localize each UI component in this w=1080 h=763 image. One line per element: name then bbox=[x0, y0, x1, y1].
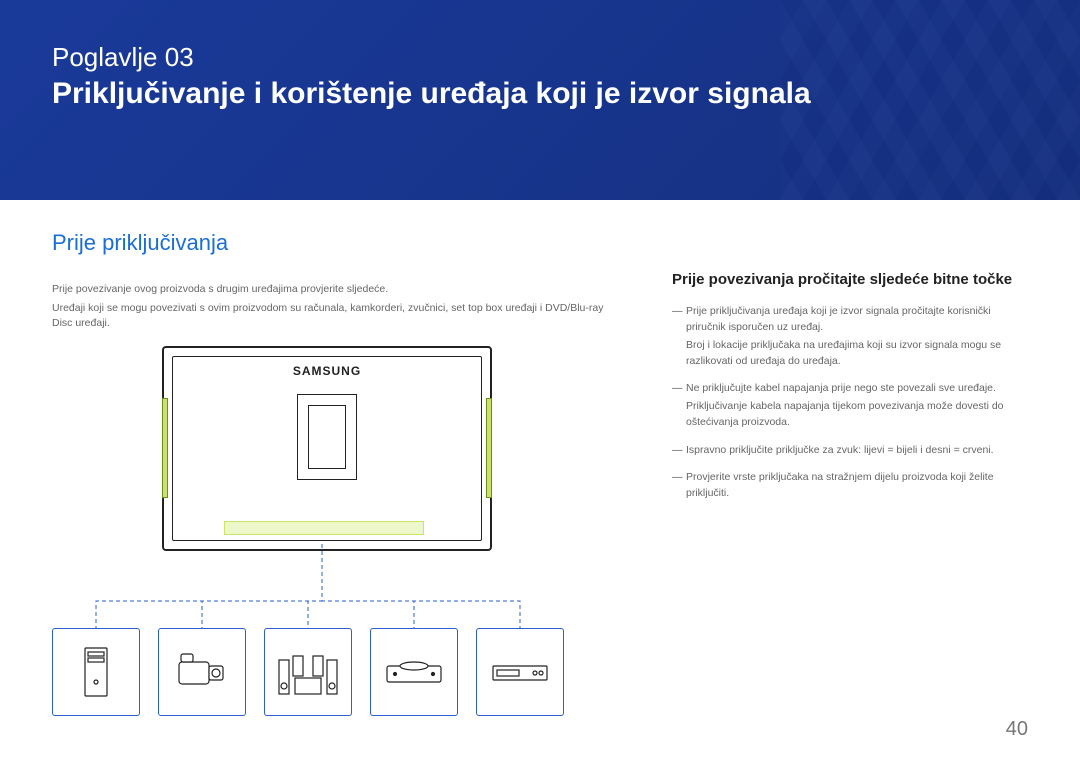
note-main: Ispravno priključite priključke za zvuk:… bbox=[686, 444, 994, 456]
device-camcorder bbox=[158, 628, 246, 716]
section-heading: Prije priključivanja bbox=[52, 230, 612, 256]
page-number: 40 bbox=[1006, 718, 1028, 741]
note-item: Ne priključujte kabel napajanja prije ne… bbox=[672, 381, 1028, 430]
note-sub: Priključivanje kabela napajanja tijekom … bbox=[686, 399, 1028, 431]
vesa-panel bbox=[297, 394, 357, 480]
device-row bbox=[52, 628, 564, 716]
brand-logo: SAMSUNG bbox=[293, 364, 361, 378]
chapter-header: Poglavlje 03 Priključivanje i korištenje… bbox=[0, 0, 1080, 200]
connection-diagram: SAMSUNG bbox=[52, 346, 612, 716]
intro-text-1: Prije povezivanje ovog proizvoda s drugi… bbox=[52, 282, 612, 297]
device-dvd-player bbox=[370, 628, 458, 716]
monitor-rear-view: SAMSUNG bbox=[162, 346, 492, 551]
right-column: Prije povezivanja pročitajte sljedeće bi… bbox=[672, 230, 1028, 716]
device-set-top-box bbox=[476, 628, 564, 716]
left-column: Prije priključivanja Prije povezivanje o… bbox=[52, 230, 612, 716]
note-main: Ne priključujte kabel napajanja prije ne… bbox=[686, 382, 996, 394]
content-area: Prije priključivanja Prije povezivanje o… bbox=[0, 200, 1080, 716]
note-main: Provjerite vrste priključaka na stražnje… bbox=[686, 471, 994, 499]
chapter-label: Poglavlje 03 bbox=[52, 42, 1028, 73]
notes-heading: Prije povezivanja pročitajte sljedeće bi… bbox=[672, 270, 1028, 290]
chapter-title: Priključivanje i korištenje uređaja koji… bbox=[52, 77, 1028, 111]
note-item: Prije priključivanja uređaja koji je izv… bbox=[672, 304, 1028, 369]
notes-list: Prije priključivanja uređaja koji je izv… bbox=[672, 304, 1028, 502]
note-item: Ispravno priključite priključke za zvuk:… bbox=[672, 443, 1028, 459]
left-bracket bbox=[162, 398, 168, 498]
note-sub: Broj i lokacije priključaka na uređajima… bbox=[686, 338, 1028, 370]
note-item: Provjerite vrste priključaka na stražnje… bbox=[672, 470, 1028, 502]
right-bracket bbox=[486, 398, 492, 498]
device-speaker-system bbox=[264, 628, 352, 716]
port-strip bbox=[224, 521, 424, 535]
device-pc-tower bbox=[52, 628, 140, 716]
intro-text-2: Uređaji koji se mogu povezivati s ovim p… bbox=[52, 301, 612, 331]
note-main: Prije priključivanja uređaja koji je izv… bbox=[686, 305, 991, 333]
